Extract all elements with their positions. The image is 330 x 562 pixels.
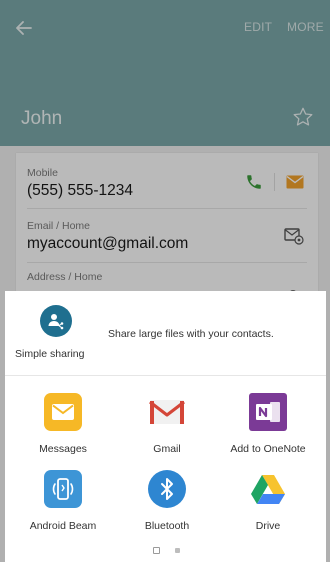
app-label: Messages [39, 443, 87, 455]
gmail-icon [148, 393, 186, 431]
app-label: Add to OneNote [230, 443, 306, 455]
share-sheet: Simple sharing Share large files with yo… [5, 291, 326, 562]
contact-share-screen: EDIT MORE John Mobile (555) 555-1234 Ema… [0, 0, 330, 562]
app-label: Gmail [153, 443, 181, 455]
drive-icon [249, 470, 287, 508]
bluetooth-icon [148, 470, 186, 508]
messages-icon [44, 393, 82, 431]
share-app-messages[interactable]: Messages [13, 393, 113, 459]
android-beam-icon [44, 470, 82, 508]
page-dot-current [153, 547, 160, 554]
simple-sharing-description: Share large files with your contacts. [108, 328, 274, 340]
share-app-gmail[interactable]: Gmail [117, 393, 217, 459]
share-divider [5, 375, 326, 376]
app-label: Bluetooth [144, 520, 190, 532]
page-indicator [153, 547, 183, 555]
share-app-bluetooth[interactable]: Bluetooth [117, 470, 217, 536]
app-label: Drive [255, 520, 281, 532]
share-app-drive[interactable]: Drive [218, 470, 318, 536]
share-app-android-beam[interactable]: Android Beam [13, 470, 113, 536]
page-dot [175, 548, 180, 553]
onenote-icon [249, 393, 287, 431]
simple-sharing-button[interactable]: Simple sharing [15, 305, 105, 365]
simple-sharing-icon [40, 305, 72, 337]
share-app-onenote[interactable]: Add to OneNote [218, 393, 318, 459]
app-label: Android Beam [29, 520, 97, 532]
simple-sharing-label: Simple sharing [15, 348, 85, 360]
